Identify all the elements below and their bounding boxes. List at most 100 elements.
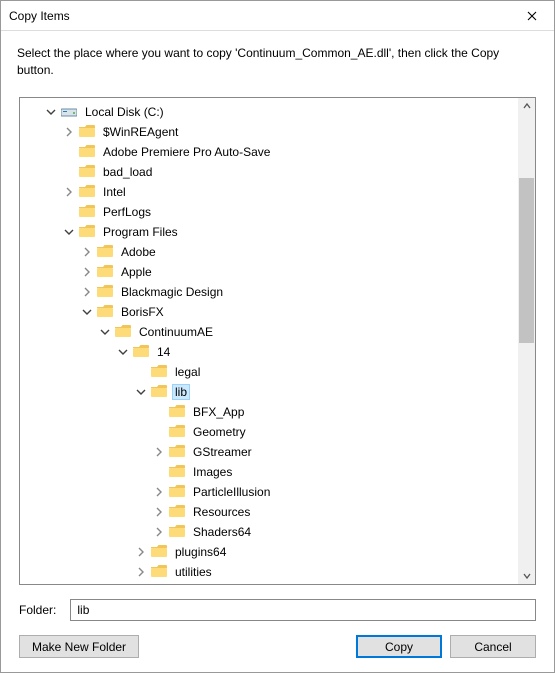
folder-icon — [96, 264, 114, 280]
window-title: Copy Items — [9, 9, 510, 23]
tree-label: plugins64 — [172, 544, 229, 560]
scroll-down-icon[interactable] — [518, 567, 535, 584]
tree-label: Program Files — [100, 224, 181, 240]
expander-closed-icon[interactable] — [152, 485, 166, 499]
folder-icon — [150, 384, 168, 400]
copy-button[interactable]: Copy — [356, 635, 442, 658]
tree-label: Intel — [100, 184, 129, 200]
tree-node[interactable]: Program Files — [22, 222, 516, 242]
folder-icon — [150, 364, 168, 380]
expander-closed-icon[interactable] — [80, 245, 94, 259]
tree-label: Resources — [190, 504, 253, 520]
tree-label: 14 — [154, 344, 173, 360]
tree-label: Adobe — [118, 244, 159, 260]
tree-label: lib — [172, 384, 190, 400]
expander-closed-icon[interactable] — [62, 125, 76, 139]
expander-open-icon[interactable] — [116, 345, 130, 359]
tree-node[interactable]: plugins64 — [22, 542, 516, 562]
folder-icon — [132, 344, 150, 360]
tree-node[interactable]: GStreamer — [22, 442, 516, 462]
tree-label: PerfLogs — [100, 204, 154, 220]
tree-node[interactable]: ParticleIllusion — [22, 482, 516, 502]
folder-icon — [78, 164, 96, 180]
expander-open-icon[interactable] — [62, 225, 76, 239]
folder-label: Folder: — [19, 603, 56, 617]
folder-icon — [150, 544, 168, 560]
folder-icon — [78, 184, 96, 200]
tree-label: Geometry — [190, 424, 249, 440]
tree-node-selected[interactable]: lib — [22, 382, 516, 402]
tree-node-root[interactable]: Local Disk (C:) — [22, 102, 516, 122]
folder-icon — [96, 304, 114, 320]
tree-label: GStreamer — [190, 444, 255, 460]
folder-icon — [114, 324, 132, 340]
expander-closed-icon[interactable] — [152, 505, 166, 519]
tree-node[interactable]: Adobe — [22, 242, 516, 262]
tree-node[interactable]: Blackmagic Design — [22, 282, 516, 302]
expander-open-icon[interactable] — [44, 105, 58, 119]
tree-node[interactable]: Intel — [22, 182, 516, 202]
instruction-text: Select the place where you want to copy … — [1, 31, 554, 89]
expander-closed-icon[interactable] — [80, 265, 94, 279]
tree-node[interactable]: $WinREAgent — [22, 122, 516, 142]
tree-node[interactable]: BorisFX — [22, 302, 516, 322]
folder-icon — [168, 524, 186, 540]
expander-open-icon[interactable] — [80, 305, 94, 319]
folder-icon — [168, 404, 186, 420]
folder-icon — [168, 464, 186, 480]
expander-closed-icon[interactable] — [152, 525, 166, 539]
tree-label: utilities — [172, 564, 215, 580]
folder-icon — [168, 444, 186, 460]
expander-closed-icon[interactable] — [62, 185, 76, 199]
tree-node[interactable]: ContinuumAE — [22, 322, 516, 342]
cancel-button[interactable]: Cancel — [450, 635, 536, 658]
folder-icon — [168, 424, 186, 440]
make-new-folder-button[interactable]: Make New Folder — [19, 635, 139, 658]
expander-open-icon[interactable] — [134, 385, 148, 399]
tree-node[interactable]: Images — [22, 462, 516, 482]
tree-label: Blackmagic Design — [118, 284, 226, 300]
tree-label: ContinuumAE — [136, 324, 216, 340]
scroll-up-icon[interactable] — [518, 98, 535, 115]
tree-node[interactable]: Apple — [22, 262, 516, 282]
expander-closed-icon[interactable] — [152, 445, 166, 459]
button-row: Make New Folder Copy Cancel — [1, 631, 554, 672]
tree-label: Shaders64 — [190, 524, 254, 540]
folder-icon — [96, 284, 114, 300]
tree-node[interactable]: Resources — [22, 502, 516, 522]
tree-container: Local Disk (C:) $WinREAgent Adobe Premie… — [19, 97, 536, 585]
tree-node[interactable]: 14 — [22, 342, 516, 362]
tree-node[interactable]: Common Files — [22, 582, 516, 584]
scrollbar-vertical[interactable] — [518, 98, 535, 584]
tree-label: $WinREAgent — [100, 124, 181, 140]
tree-node[interactable]: PerfLogs — [22, 202, 516, 222]
tree-node[interactable]: bad_load — [22, 162, 516, 182]
expander-closed-icon[interactable] — [134, 545, 148, 559]
tree-node[interactable]: Geometry — [22, 422, 516, 442]
folder-tree[interactable]: Local Disk (C:) $WinREAgent Adobe Premie… — [20, 98, 518, 584]
tree-label: bad_load — [100, 164, 155, 180]
folder-input[interactable] — [70, 599, 536, 621]
tree-label: Apple — [118, 264, 155, 280]
tree-node[interactable]: utilities — [22, 562, 516, 582]
tree-node[interactable]: BFX_App — [22, 402, 516, 422]
tree-label: ParticleIllusion — [190, 484, 273, 500]
close-button[interactable] — [510, 1, 554, 30]
tree-label: Adobe Premiere Pro Auto-Save — [100, 144, 273, 160]
folder-icon — [150, 564, 168, 580]
tree-node[interactable]: Shaders64 — [22, 522, 516, 542]
expander-closed-icon[interactable] — [134, 565, 148, 579]
scrollbar-thumb[interactable] — [519, 178, 534, 343]
folder-icon — [78, 224, 96, 240]
expander-open-icon[interactable] — [98, 325, 112, 339]
folder-icon — [168, 484, 186, 500]
folder-icon — [96, 244, 114, 260]
folder-icon — [78, 144, 96, 160]
tree-node[interactable]: legal — [22, 362, 516, 382]
folder-icon — [78, 204, 96, 220]
titlebar: Copy Items — [1, 1, 554, 31]
drive-icon — [60, 104, 78, 120]
tree-node[interactable]: Adobe Premiere Pro Auto-Save — [22, 142, 516, 162]
expander-closed-icon[interactable] — [80, 285, 94, 299]
tree-label: BorisFX — [118, 304, 167, 320]
